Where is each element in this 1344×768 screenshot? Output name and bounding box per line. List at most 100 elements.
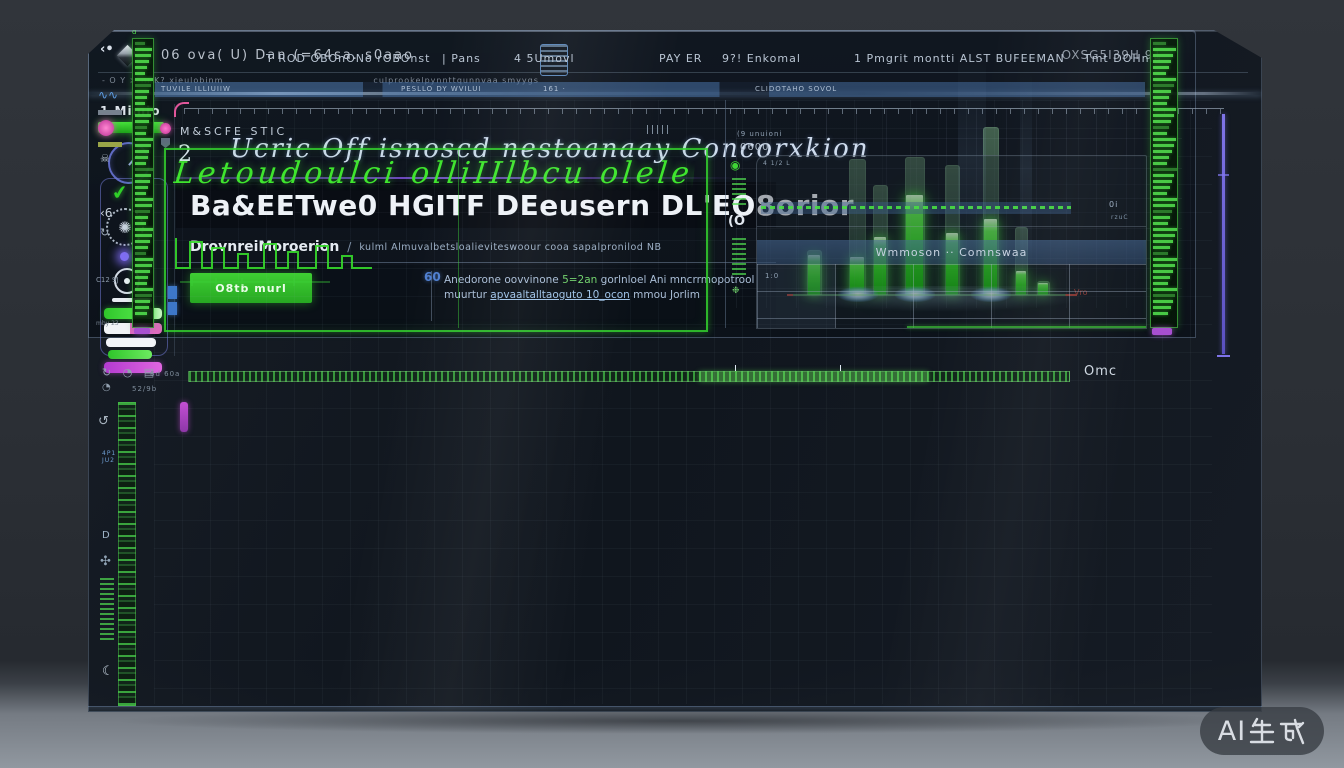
code-line [1153,102,1167,105]
code-line [1153,300,1173,303]
code-line [1153,150,1172,153]
code-line [135,108,153,111]
green-circle-icon[interactable]: ◉ [730,158,740,172]
progress-timeline-bar[interactable] [188,371,1070,382]
wave-icon[interactable]: ∿∿ [98,88,118,102]
code-line [135,306,149,309]
media-six-icon[interactable]: ‹6 [100,206,112,220]
meter-bar-green-2 [108,350,152,359]
code-line [1153,162,1167,165]
code-line [135,216,148,219]
code-line [135,270,150,273]
table-data-row[interactable]: TUVILE ILLIUIIWPESLLO DY WVILUI161 ·CLID… [155,82,1145,97]
code-line [135,288,154,291]
glass-dashboard-panel: 06 ova( U) Dan (=64sa. s0aao OXSG5I39H 9… [88,30,1262,712]
code-line [1153,96,1169,99]
pink-marker-icon [160,123,171,134]
undo-icon[interactable]: ↺ [98,414,109,429]
code-line [1153,48,1176,51]
media-prev-icon[interactable]: ‹• [100,42,114,57]
code-line [1153,276,1170,279]
check-icon[interactable]: ✔ [111,181,130,205]
code-line [1153,54,1173,57]
table-bottom-accent [907,326,1146,328]
code-line [135,78,153,81]
shield-badge-icon [161,138,170,148]
code-line [135,42,145,45]
code-line [1153,114,1174,117]
row-cell-text: PESLLO DY WVILUI [401,85,481,93]
letter-d-icon: D [102,530,110,541]
progress-active-segment [699,372,928,381]
rail-bottom-text: mby 23 [96,320,119,327]
floor-shadow [110,708,1250,734]
code-line [135,102,145,105]
code-line [135,54,151,57]
code-column-footer-pill [1152,328,1172,335]
stamp-glyph: ✺ [118,218,131,237]
code-line [1153,282,1168,285]
code-line [1153,312,1168,315]
skull-icon: ☠ [100,152,110,165]
code-line [135,228,154,231]
code-line [1153,234,1175,237]
code-line [135,90,149,93]
code-line [1153,108,1176,111]
code-line [135,72,145,75]
blue-block [168,286,177,299]
column-header[interactable]: T ROD OBOnONo rOBOnst [266,52,430,65]
table-section-header[interactable]: Wmmoson ·· Comnswaa [757,240,1146,264]
code-line [135,186,148,189]
alpha-icon: ɑ [132,28,136,36]
progress-tick [735,365,736,371]
watermark-text: AI [1218,716,1246,747]
code-line [135,150,149,153]
desktop-background: { "window": { "title": "06 ova( U) Dan (… [0,0,1344,768]
paren-o-icon[interactable]: (O [728,214,745,229]
code-line [135,234,152,237]
column-header[interactable]: 4 5Umovl [514,52,575,65]
table-corner-label: 4 1/2 L [763,160,791,167]
square-wave-trace [172,218,472,296]
ai-generated-watermark: AI [1200,707,1324,755]
code-line [1153,180,1172,183]
rail-bar-yellow [98,142,122,147]
code-line [1153,210,1172,213]
code-line [135,252,146,255]
code-line [1153,264,1175,267]
code-line [135,156,148,159]
code-line [1153,258,1177,261]
column-header[interactable]: 9?! Enkomal [722,52,801,65]
column-header[interactable]: | Pans [442,52,481,65]
code-line [135,174,151,177]
code-line [135,246,148,249]
code-line [1153,252,1168,255]
code-line [1153,132,1167,135]
code-line [1153,72,1166,75]
code-stream-right[interactable] [1150,38,1178,328]
moon-icon[interactable]: ☾ [102,664,114,679]
table-header-row: T ROD OBOnONo rOBOnst | Pans 4 5Umovl PAY E… [154,44,1148,78]
code-line [1153,294,1175,297]
code-line [1153,174,1174,177]
code-line [135,168,153,171]
dashed-data-row [761,202,1071,214]
code-stream-left [132,38,154,328]
pink-orb-icon[interactable] [98,120,114,136]
refresh-icon[interactable]: ↻ [100,226,109,239]
code-line [1153,198,1177,201]
column-header[interactable]: 1 Pmgrit montti ALST BUFEEMAN [854,52,1065,65]
middle-toolbar-text: 6d 60a [150,370,180,378]
blue-block [168,302,177,315]
compass-icon[interactable]: ✣ [100,554,111,569]
code-line [135,66,147,69]
code-line [135,96,147,99]
code-line [135,132,146,135]
code-line [1153,288,1178,291]
middle-toolbar-text-2: 52/9b [132,385,157,393]
section-divider [725,100,726,328]
code-line [135,282,147,285]
column-header[interactable]: PAY ER [659,52,702,65]
code-line [1153,138,1176,141]
clock-icon[interactable]: ◔ [102,382,115,393]
